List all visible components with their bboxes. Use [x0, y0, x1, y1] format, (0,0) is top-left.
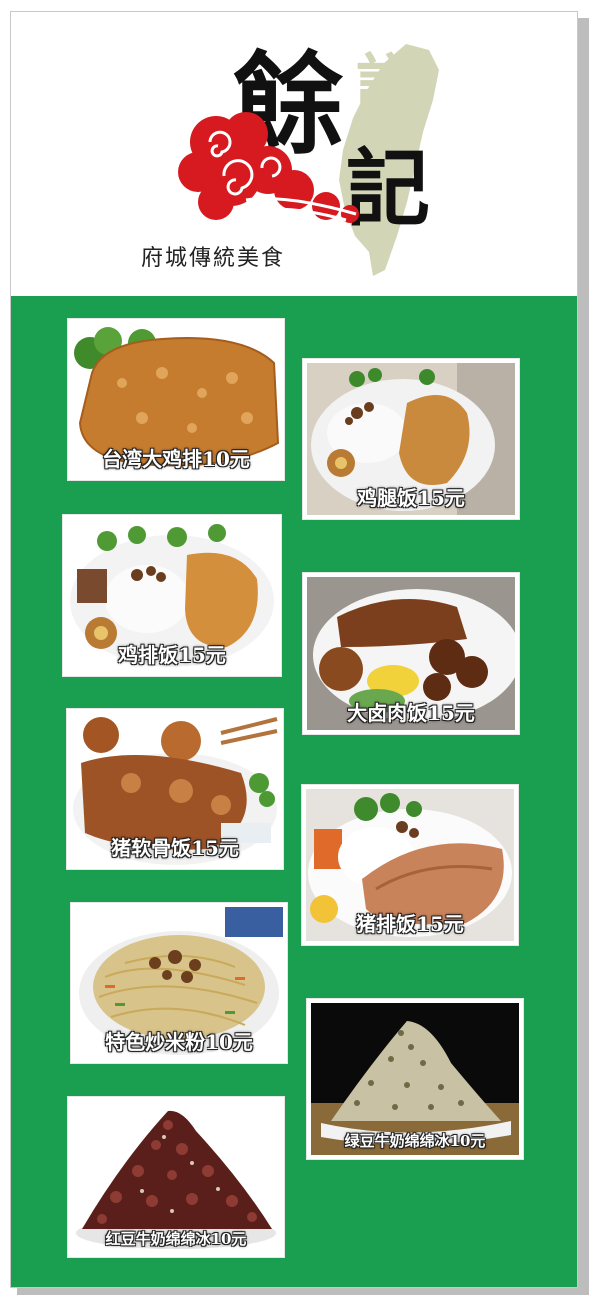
menu-item: 鸡腿饭15元: [303, 359, 519, 519]
menu-item-label: 鸡腿饭15元: [357, 486, 465, 510]
food-photo: 红豆牛奶绵绵冰10元: [72, 1101, 280, 1253]
food-photo: 台湾大鸡排10元: [72, 323, 280, 476]
slogan: 府城傳統美食: [141, 246, 286, 271]
menu-item: 猪软骨饭15元: [67, 709, 283, 869]
food-photo: 猪排饭15元: [306, 789, 514, 941]
menu-item-label: 红豆牛奶绵绵冰10元: [105, 1230, 247, 1248]
food-photo: 鸡排饭15元: [67, 519, 277, 672]
logo-ghost-char: 詳: [356, 46, 422, 124]
food-photo: 鸡腿饭15元: [307, 363, 515, 515]
menu-item-label: 绿豆牛奶绵绵冰10元: [344, 1132, 486, 1150]
food-photo: 绿豆牛奶绵绵冰10元: [311, 1003, 519, 1155]
menu-item-label: 猪排饭15元: [356, 912, 464, 936]
menu-item: 红豆牛奶绵绵冰10元: [68, 1097, 284, 1257]
auspicious-cloud-icon: [178, 112, 359, 223]
menu-item-label: 台湾大鸡排10元: [102, 447, 250, 471]
menu-item: 台湾大鸡排10元: [68, 319, 284, 480]
menu-item: 猪排饭15元: [302, 785, 518, 945]
menu-item-label: 鸡排饭15元: [118, 643, 226, 667]
food-photo: 大卤肉饭15元: [307, 577, 515, 730]
menu-item: 绿豆牛奶绵绵冰10元: [307, 999, 523, 1159]
menu-item: 特色炒米粉10元: [71, 903, 287, 1063]
menu-item: 大卤肉饭15元: [303, 573, 519, 734]
menu-item-label: 特色炒米粉10元: [105, 1030, 253, 1054]
food-photo: 猪软骨饭15元: [71, 713, 279, 865]
menu-item-label: 猪软骨饭15元: [111, 836, 239, 860]
header: 詳 餘 記 府城傳統美食: [11, 12, 577, 296]
menu-item: 鸡排饭15元: [63, 515, 281, 676]
menu-poster: 詳 餘 記 府城傳統美食 台湾大鸡排10元 鸡腿饭15元 鸡排饭15元 大卤肉饭…: [10, 11, 578, 1288]
menu-item-label: 大卤肉饭15元: [347, 701, 475, 725]
food-photo: 特色炒米粉10元: [75, 907, 283, 1059]
